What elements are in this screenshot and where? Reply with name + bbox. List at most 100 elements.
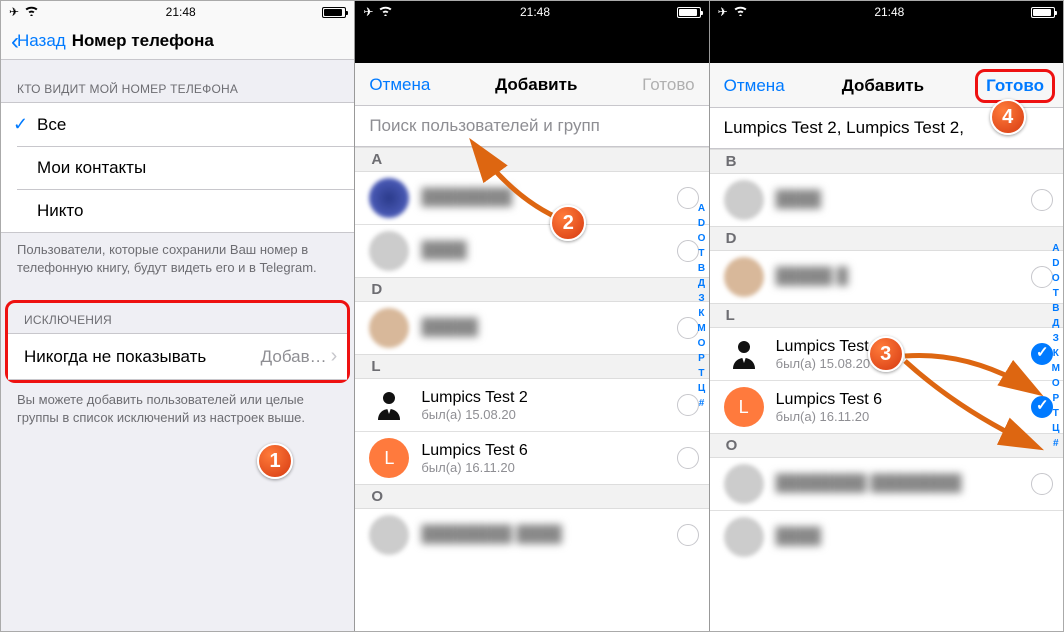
contact-row[interactable]: ████████ — [355, 172, 708, 224]
avatar — [724, 517, 764, 557]
contact-name: ████████ ████ — [421, 525, 668, 544]
avatar — [369, 385, 409, 425]
status-time: 21:48 — [520, 5, 550, 19]
status-bar: ✈︎ 21:48 — [355, 1, 708, 23]
section-header-visibility: КТО ВИДИТ МОЙ НОМЕР ТЕЛЕФОНА — [1, 60, 354, 102]
option-all[interactable]: ✓ Все — [1, 103, 354, 146]
section-header-exclusions: ИСКЛЮЧЕНИЯ — [8, 303, 347, 333]
contact-row[interactable]: █████ █ — [710, 251, 1063, 303]
nav-bar: ‹ Назад Номер телефона — [1, 23, 354, 60]
airplane-icon: ✈︎ — [363, 5, 373, 19]
option-contacts[interactable]: Мои контакты — [17, 146, 354, 189]
index-header: L — [710, 303, 1063, 328]
index-header: D — [355, 277, 708, 302]
contact-name: █████ — [421, 318, 668, 337]
cancel-button[interactable]: Отмена — [724, 76, 785, 96]
alpha-index[interactable]: ADOTВДЗКМОРТЦ# — [696, 201, 706, 411]
option-nobody[interactable]: Никто — [17, 189, 354, 232]
avatar — [724, 464, 764, 504]
contact-row[interactable]: █████ — [355, 302, 708, 354]
wifi-icon — [378, 5, 393, 19]
avatar — [369, 231, 409, 271]
never-show-label: Никогда не показывать — [24, 347, 206, 367]
option-label: Мои контакты — [37, 158, 146, 178]
status-bar: ✈︎ 21:48 — [710, 1, 1063, 23]
avatar — [724, 180, 764, 220]
contact-name: Lumpics Test 6 — [421, 441, 668, 460]
chevron-right-icon: › — [331, 345, 338, 368]
done-button[interactable]: Готово — [986, 76, 1044, 95]
index-header: L — [355, 354, 708, 379]
exclusions-box: ИСКЛЮЧЕНИЯ Никогда не показывать Добав… … — [5, 300, 350, 383]
wifi-icon — [733, 5, 748, 19]
contact-name: ████████ ████████ — [776, 474, 1023, 493]
sheet-title: Добавить — [842, 76, 924, 96]
phone-screen-2: ✈︎ 21:48 Отмена Добавить Готово Поиск по… — [355, 1, 709, 631]
contact-row[interactable]: L Lumpics Test 6 был(а) 16.11.20 — [710, 380, 1063, 433]
avatar — [724, 257, 764, 297]
index-header: O — [355, 484, 708, 509]
never-show-row[interactable]: Никогда не показывать Добав… › — [8, 334, 347, 379]
status-bar: ✈︎ 21:48 — [1, 1, 354, 23]
search-input[interactable]: Поиск пользователей и групп — [355, 106, 708, 147]
sheet-nav: Отмена Добавить Готово — [355, 63, 708, 106]
avatar — [369, 178, 409, 218]
contact-row[interactable]: ████████ ████ — [355, 509, 708, 561]
contact-name: ████ — [776, 527, 1053, 546]
avatar — [369, 515, 409, 555]
avatar: L — [369, 438, 409, 478]
step-badge-3: 3 — [868, 336, 904, 372]
page-title: Номер телефона — [72, 31, 214, 51]
alpha-index[interactable]: ADOTВДЗКМОРТЦ# — [1051, 241, 1061, 451]
option-label: Никто — [37, 201, 83, 221]
contact-row[interactable]: ████████ ████████ — [710, 458, 1063, 510]
contact-name: ████████ — [421, 188, 668, 207]
status-time: 21:48 — [166, 5, 196, 19]
contact-row[interactable]: ████ — [710, 174, 1063, 226]
contact-row[interactable]: ████ — [355, 224, 708, 277]
done-highlight: Готово — [975, 69, 1055, 103]
contact-sub: был(а) 16.11.20 — [421, 460, 668, 475]
contact-name: Lumpics Test 6 — [776, 390, 1023, 409]
contact-name: ████ — [776, 190, 1023, 209]
back-label: Назад — [17, 31, 66, 51]
status-time: 21:48 — [874, 5, 904, 19]
contact-sub: был(а) 16.11.20 — [776, 409, 1023, 424]
phone-screen-3: ✈︎ 21:48 Отмена Добавить Готово Lumpics … — [710, 1, 1063, 631]
visibility-note: Пользователи, которые сохранили Ваш номе… — [1, 233, 354, 276]
checkmark-icon: ✓ — [13, 114, 37, 135]
battery-icon — [677, 7, 701, 18]
phone-screen-1: ✈︎ 21:48 ‹ Назад Номер телефона КТО ВИДИ… — [1, 1, 355, 631]
back-button[interactable]: ‹ Назад — [11, 31, 66, 51]
exclusions-note: Вы можете добавить пользователей или цел… — [1, 383, 354, 426]
battery-icon — [322, 7, 346, 18]
done-button[interactable]: Готово — [642, 75, 695, 95]
radio-unchecked-icon[interactable] — [1031, 189, 1053, 211]
contact-row[interactable]: ████ — [710, 510, 1063, 563]
index-header: D — [710, 226, 1063, 251]
option-label: Все — [37, 115, 66, 135]
wifi-icon — [24, 5, 39, 19]
contact-name: ████ — [421, 241, 668, 260]
avatar — [369, 308, 409, 348]
step-badge-4: 4 — [990, 99, 1026, 135]
airplane-icon: ✈︎ — [9, 5, 19, 19]
avatar — [724, 334, 764, 374]
add-label: Добав… — [261, 347, 327, 367]
contact-sub: был(а) 15.08.20 — [421, 407, 668, 422]
avatar: L — [724, 387, 764, 427]
battery-icon — [1031, 7, 1055, 18]
radio-unchecked-icon[interactable] — [1031, 473, 1053, 495]
sheet-title: Добавить — [495, 75, 577, 95]
contact-row[interactable]: Lumpics Test 2 был(а) 15.08.20 — [355, 379, 708, 431]
cancel-button[interactable]: Отмена — [369, 75, 430, 95]
contact-row[interactable]: L Lumpics Test 6 был(а) 16.11.20 — [355, 431, 708, 484]
visibility-options: ✓ Все Мои контакты Никто — [1, 102, 354, 233]
radio-unchecked-icon[interactable] — [677, 447, 699, 469]
step-badge-1: 1 — [257, 443, 293, 479]
airplane-icon: ✈︎ — [718, 5, 728, 19]
contact-name: █████ █ — [776, 267, 1023, 286]
index-header: O — [710, 433, 1063, 458]
radio-unchecked-icon[interactable] — [677, 524, 699, 546]
contact-name: Lumpics Test 2 — [421, 388, 668, 407]
